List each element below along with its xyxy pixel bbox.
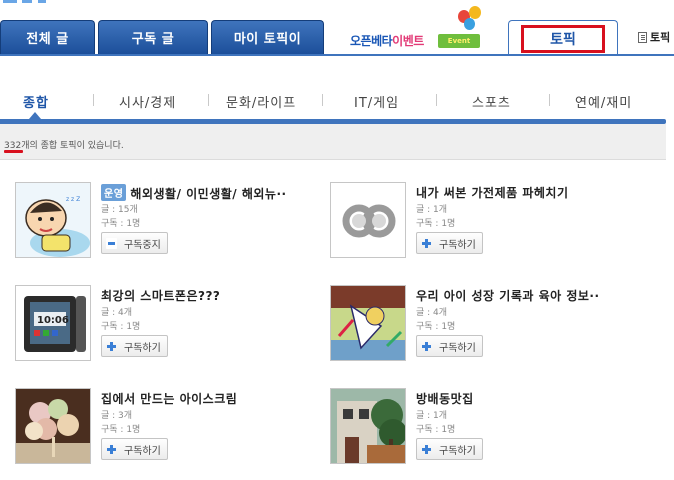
active-category-caret xyxy=(29,112,41,119)
category-divider xyxy=(322,94,323,106)
topic-post-count: 글 : 4개 xyxy=(416,308,448,318)
tab-topic-label: 토픽 xyxy=(521,25,605,53)
category-entertainment[interactable]: 연예/재미 xyxy=(575,92,632,111)
topic-count-suffix: 개의 종합 토픽이 있습니다. xyxy=(21,141,124,151)
tab-baseline xyxy=(0,54,674,56)
subscribe-button[interactable]: 구독하기 xyxy=(101,438,168,460)
plus-icon xyxy=(421,238,432,249)
plus-icon xyxy=(106,341,117,352)
category-sports[interactable]: 스포츠 xyxy=(472,92,511,111)
topic-title-text: 해외생활/ 이민생활/ 해외뉴·· xyxy=(130,187,287,201)
minus-icon xyxy=(106,237,117,249)
subscribe-button-label: 구독중지 xyxy=(124,239,161,251)
topic-subscriber-count: 구독 : 1명 xyxy=(416,219,456,229)
topic-title-text: 방배동맛집 xyxy=(416,392,474,406)
topic-card: 집에서 만드는 아이스크림 글 : 3개 구독 : 1명 구독하기 xyxy=(15,388,315,470)
topic-post-count: 글 : 1개 xyxy=(416,411,448,421)
subscribe-button[interactable]: 구독하기 xyxy=(416,438,483,460)
tab-all-posts[interactable]: 전체 글 xyxy=(0,20,95,54)
topic-title[interactable]: 내가 써본 가전제품 파헤치기 xyxy=(416,184,636,201)
event-label: 오픈베타이벤트 xyxy=(350,34,424,48)
category-culture-life[interactable]: 문화/라이프 xyxy=(226,92,296,111)
subscribe-button[interactable]: 구독하기 xyxy=(416,335,483,357)
topic-card: 10:06 최강의 스마트폰은??? 글 : 4개 구독 : 1명 구독하기 xyxy=(15,285,315,367)
subscribe-button-label: 구독하기 xyxy=(439,239,476,251)
topic-title[interactable]: 최강의 스마트폰은??? xyxy=(101,287,321,304)
event-ribbon: Event xyxy=(438,34,480,48)
category-nav: 종합 시사/경제 문화/라이프 IT/게임 스포츠 연예/재미 xyxy=(0,84,674,120)
topic-card: 우리 아이 성장 기록과 육아 정보·· 글 : 4개 구독 : 1명 구독하기 xyxy=(330,285,630,367)
svg-text:10:06: 10:06 xyxy=(37,315,69,326)
top-navigation: 전체 글 구독 글 마이 토픽이 오픈베타이벤트 Event 토픽 토픽 xyxy=(0,0,674,56)
topic-title[interactable]: 운영 해외생활/ 이민생활/ 해외뉴·· xyxy=(101,184,321,202)
plus-icon xyxy=(421,341,432,352)
category-divider xyxy=(208,94,209,106)
topic-thumbnail[interactable]: z z Z xyxy=(15,182,91,258)
tab-my-topics[interactable]: 마이 토픽이 xyxy=(211,20,324,54)
topic-subscriber-count: 구독 : 1명 xyxy=(416,322,456,332)
topic-title-text: 내가 써본 가전제품 파헤치기 xyxy=(416,186,569,200)
count-highlight-mark xyxy=(4,150,23,153)
topic-card: 내가 써본 가전제품 파헤치기 글 : 1개 구독 : 1명 구독하기 xyxy=(330,182,630,264)
topic-post-count: 글 : 3개 xyxy=(101,411,133,421)
topic-title[interactable]: 집에서 만드는 아이스크림 xyxy=(101,390,321,407)
category-it-game[interactable]: IT/게임 xyxy=(354,92,399,111)
topic-subscriber-count: 구독 : 1명 xyxy=(416,425,456,435)
topic-card: z z Z 운영 해외생활/ 이민생활/ 해외뉴·· 글 : 15개 구독 : 1… xyxy=(15,182,315,264)
category-news-economy[interactable]: 시사/경제 xyxy=(119,92,176,111)
topic-subscriber-count: 구독 : 1명 xyxy=(101,219,141,229)
category-divider xyxy=(93,94,94,106)
category-general[interactable]: 종합 xyxy=(23,92,49,111)
subscribe-button-label: 구독하기 xyxy=(439,445,476,457)
topic-thumbnail[interactable] xyxy=(330,285,406,361)
balloon-icon xyxy=(469,6,481,19)
balloon-icon xyxy=(464,18,475,30)
unsubscribe-button[interactable]: 구독중지 xyxy=(101,232,168,254)
topic-title-text: 최강의 스마트폰은??? xyxy=(101,289,221,303)
topic-post-count: 글 : 15개 xyxy=(101,205,138,215)
subscribe-button[interactable]: 구독하기 xyxy=(101,335,168,357)
topic-thumbnail[interactable] xyxy=(330,388,406,464)
tab-topic-shortcut[interactable]: 토픽 xyxy=(638,29,670,45)
subscribe-button-label: 구독하기 xyxy=(124,445,161,457)
category-divider xyxy=(549,94,550,106)
topic-thumbnail[interactable] xyxy=(330,182,406,258)
topic-title-text: 집에서 만드는 아이스크림 xyxy=(101,392,238,406)
operator-badge: 운영 xyxy=(101,184,127,201)
top-decoration xyxy=(0,0,60,4)
topic-subscriber-count: 구독 : 1명 xyxy=(101,322,141,332)
subscribe-button[interactable]: 구독하기 xyxy=(416,232,483,254)
tab-topic[interactable]: 토픽 xyxy=(508,20,618,56)
plus-icon xyxy=(106,444,117,455)
svg-text:z z Z: z z Z xyxy=(66,196,80,203)
topic-card: 방배동맛집 글 : 1개 구독 : 1명 구독하기 xyxy=(330,388,630,470)
subscribe-button-label: 구독하기 xyxy=(439,342,476,354)
topic-subscriber-count: 구독 : 1명 xyxy=(101,425,141,435)
topic-title-text: 우리 아이 성장 기록과 육아 정보·· xyxy=(416,289,600,303)
tab-subscribed-posts[interactable]: 구독 글 xyxy=(98,20,208,54)
topic-post-count: 글 : 1개 xyxy=(416,205,448,215)
topic-thumbnail[interactable]: 10:06 xyxy=(15,285,91,361)
topic-post-count: 글 : 4개 xyxy=(101,308,133,318)
tab-topic-shortcut-label: 토픽 xyxy=(650,31,671,44)
topic-thumbnail[interactable] xyxy=(15,388,91,464)
topic-title[interactable]: 방배동맛집 xyxy=(416,390,636,407)
category-divider xyxy=(436,94,437,106)
subscribe-button-label: 구독하기 xyxy=(124,342,161,354)
event-banner[interactable]: 오픈베타이벤트 Event xyxy=(348,4,488,54)
plus-icon xyxy=(421,444,432,455)
document-icon xyxy=(638,31,647,43)
topic-title[interactable]: 우리 아이 성장 기록과 육아 정보·· xyxy=(416,287,636,304)
topic-count-bar: 332개의 종합 토픽이 있습니다. xyxy=(0,124,666,160)
